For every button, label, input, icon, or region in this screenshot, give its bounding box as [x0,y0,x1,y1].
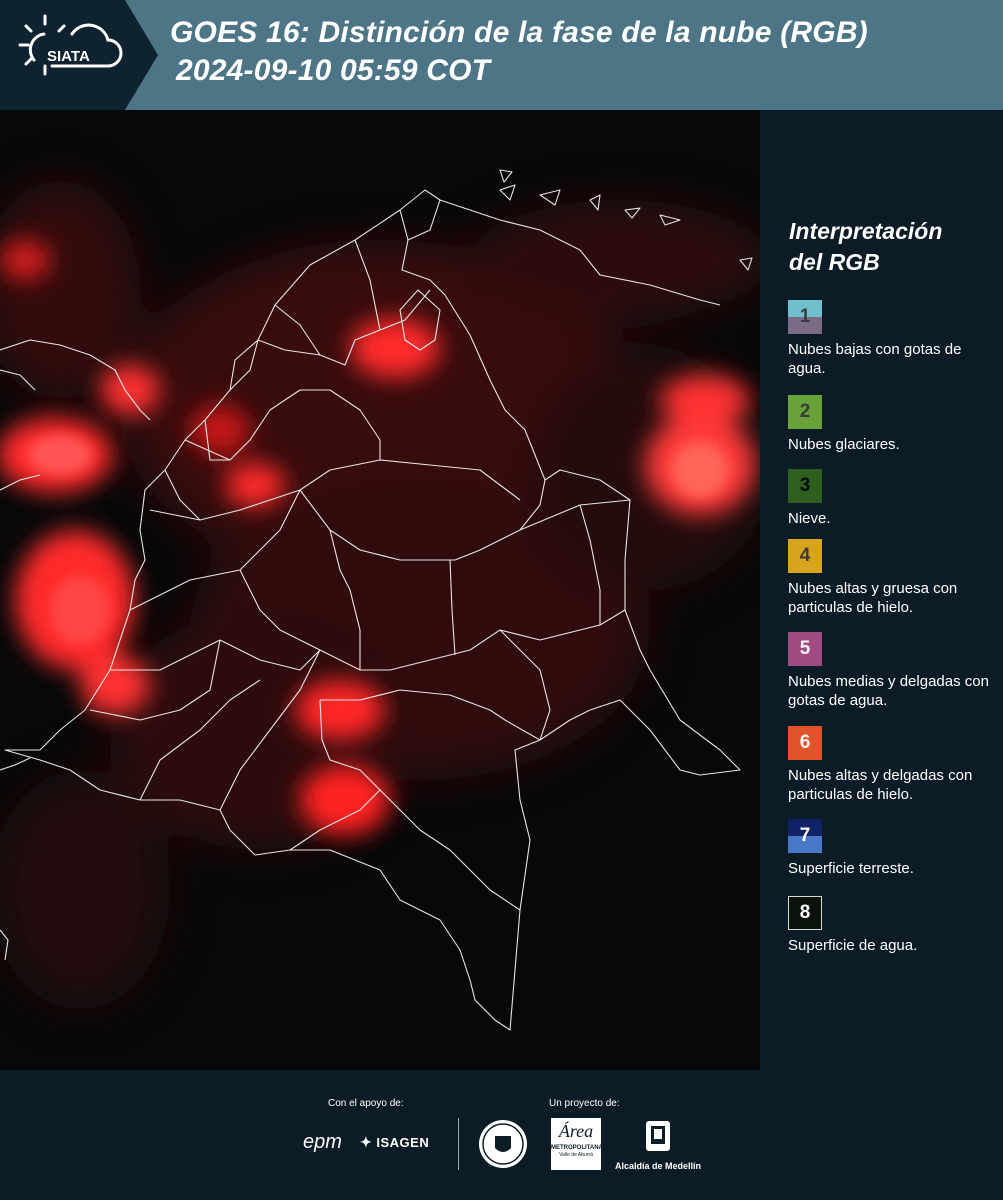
legend-item-8: 8 Superficie de agua. [788,896,998,955]
siata-logo-text: SIATA [47,48,90,65]
legend-item-1: 1 Nubes bajas con gotas de agua. [788,300,998,378]
legend-item-7: 7 Superficie terreste. [788,819,998,878]
legend-swatch-5: 5 [788,632,822,666]
legend-swatch-2: 2 [788,395,822,429]
legend-item-6: 6 Nubes altas y delgadas con particulas … [788,726,998,804]
legend-title-line-2: del RGB [789,249,880,275]
legend-swatch-3: 3 [788,469,822,503]
header-bar: SIATA GOES 16: Distinción de la fase de … [0,0,1003,110]
legend-desc-7: Superficie terreste. [788,860,914,877]
area-metropolitana-logo[interactable]: Área METROPOLITANA Valle de Aburrá [551,1118,603,1170]
legend-num-7: 7 [799,825,811,846]
area-logo-subtext: METROPOLITANA [551,1145,603,1151]
legend-swatch-7: 7 [788,819,822,853]
legend-num-8: 8 [799,902,811,923]
legend-desc-8: Superficie de agua. [788,937,918,954]
support-label: Con el apoyo de: [328,1098,404,1109]
legend-panel: Interpretación del RGB 1 Nubes bajas con… [760,110,1003,1070]
legend-item-3: 3 Nieve. [788,469,998,528]
isagen-logo-text: ISAGEN [376,1135,430,1150]
legend-desc-2: Nubes glaciares. [788,436,900,453]
legend-num-6: 6 [799,732,811,753]
legend-swatch-8: 8 [788,896,822,930]
legend-item-5: 5 Nubes medias y delgadas con gotas de a… [788,632,998,710]
legend-item-2: 2 Nubes glaciares. [788,395,998,454]
legend-num-5: 5 [799,638,811,659]
legend-desc-4: Nubes altas y gruesa con particulas de h… [788,580,958,616]
satellite-map[interactable] [0,110,760,1070]
project-label: Un proyecto de: [549,1098,620,1109]
footer-divider [458,1118,459,1170]
alcaldia-logo[interactable]: Alcaldía de Medellín [613,1118,703,1171]
legend-title: Interpretación del RGB [789,216,942,278]
epm-logo[interactable]: epm [303,1131,342,1154]
alcaldia-logo-text: Alcaldía de Medellín [614,1161,702,1171]
siata-logo[interactable]: SIATA [0,0,160,110]
legend-title-line-1: Interpretación [789,218,943,244]
legend-desc-5: Nubes medias y delgadas con gotas de agu… [788,673,989,709]
area-logo-text: Área [558,1121,594,1141]
legend-item-4: 4 Nubes altas y gruesa con particulas de… [788,539,998,617]
alcaldia-crest-icon [646,1121,670,1151]
title-line-1: GOES 16: Distinción de la fase de la nub… [170,16,868,49]
legend-desc-3: Nieve. [788,510,831,527]
legend-num-2: 2 [799,401,811,422]
title-line-2: 2024-09-10 05:59 COT [176,54,491,87]
legend-swatch-6: 6 [788,726,822,760]
isagen-logo[interactable]: ✦ ISAGEN [360,1134,429,1151]
legend-swatch-1: 1 [788,300,822,334]
legend-num-3: 3 [799,475,811,496]
legend-desc-6: Nubes altas y delgadas con particulas de… [788,767,973,803]
legend-num-4: 4 [799,545,811,566]
area-logo-subtext-2: Valle de Aburrá [559,1152,593,1158]
legend-num-1: 1 [799,306,811,327]
medellin-seal-logo[interactable] [477,1118,529,1175]
epm-logo-text: epm [303,1131,342,1153]
legend-swatch-4: 4 [788,539,822,573]
legend-desc-1: Nubes bajas con gotas de agua. [788,341,962,377]
footer: Con el apoyo de: Un proyecto de: epm ✦ I… [0,1070,1003,1200]
page-title: GOES 16: Distinción de la fase de la nub… [170,14,868,90]
isagen-icon: ✦ [360,1134,373,1150]
